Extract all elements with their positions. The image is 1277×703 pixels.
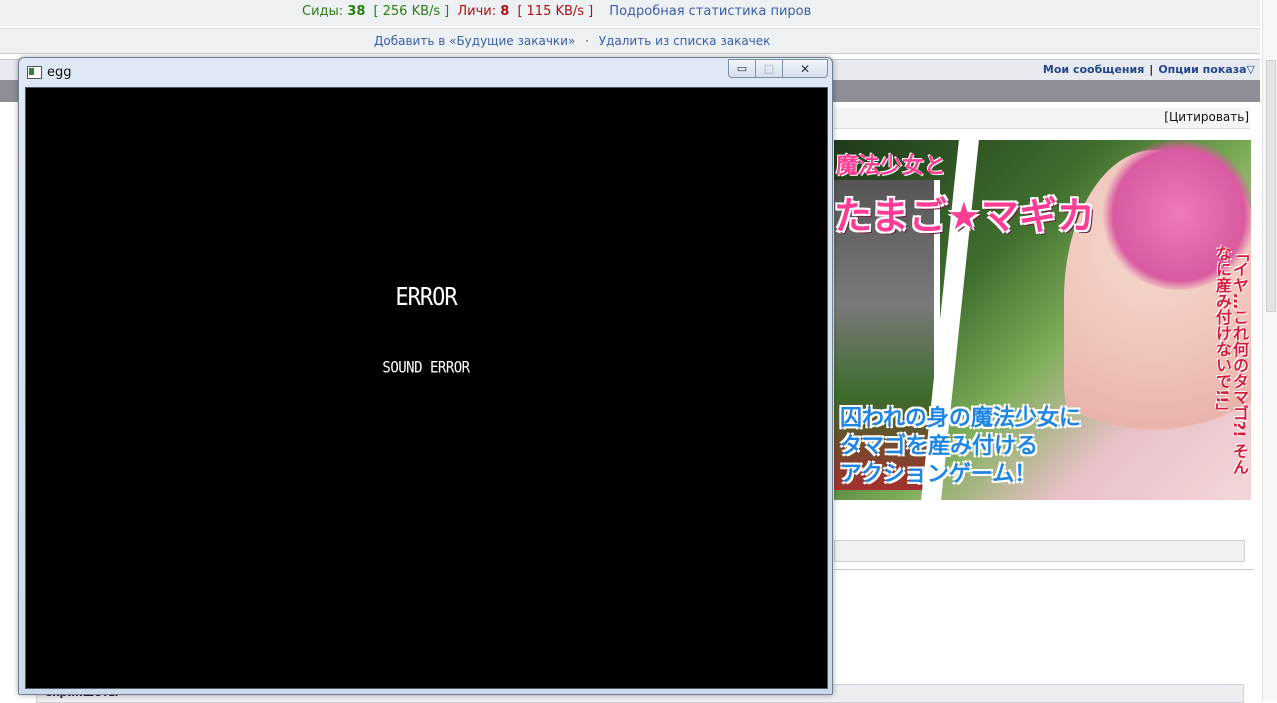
download-actions-bar: Добавить в «Будущие закачки» · Удалить и… [0,28,1260,54]
window-titlebar[interactable]: egg ▭ □ ✕ [19,58,832,86]
app-icon[interactable] [27,66,42,79]
game-screen[interactable]: ERROR SOUND ERROR [25,87,828,689]
window-controls: ▭ □ ✕ [728,59,828,78]
close-button[interactable]: ✕ [783,59,828,78]
peer-stats: Сиды: 38 [256 KB/s] Личи: 8 [115 KB/s] П… [302,4,812,19]
actions-separator: · [585,34,589,48]
display-options-link[interactable]: Опции показа [1158,63,1246,76]
scrollbar-thumb[interactable] [1266,60,1276,312]
seeds-count: 38 [347,4,366,19]
error-message: SOUND ERROR [382,358,470,378]
banner-title: たまご★マギカ [834,194,1095,238]
error-title: ERROR [395,283,457,312]
spoiler-bar[interactable] [834,540,1245,562]
banner-top-text: 魔法少女と [836,154,947,179]
peer-stats-link[interactable]: Подробная статистика пиров [609,4,811,19]
maximize-button[interactable]: □ [756,59,783,78]
page-scrollbar[interactable] [1262,0,1277,701]
window-title: egg [47,65,72,80]
chevron-down-icon[interactable]: ▽ [1247,63,1255,76]
leechers-speed: 115 KB/s [526,4,585,19]
game-window: egg ▭ □ ✕ ERROR SOUND ERROR [18,57,833,695]
minimize-button[interactable]: ▭ [728,59,756,78]
leechers-count: 8 [500,4,510,19]
divider [834,569,1254,570]
leechers-label: Личи: [457,4,497,19]
quote-button[interactable]: [Цитировать] [1164,110,1249,124]
game-banner-image: 魔法少女と たまご★マギカ 囚われの身の魔法少女に タマゴを産み付ける アクショ… [834,140,1251,500]
add-future-downloads-link[interactable]: Добавить в «Будущие закачки» [374,34,575,48]
peer-stats-bar: Сиды: 38 [256 KB/s] Личи: 8 [115 KB/s] П… [0,0,1260,26]
banner-caption: 囚われの身の魔法少女に タマゴを産み付ける アクションゲーム！ [840,406,1081,487]
remove-from-downloads-link[interactable]: Удалить из списка закачек [599,34,771,48]
seeds-speed: 256 KB/s [382,4,441,19]
seeds-label: Сиды: [302,4,344,19]
my-messages-link[interactable]: Мои сообщения [1043,63,1144,76]
banner-vertical-text: 「イヤ…これ何のタマゴ?! そんなに産み付けないで!!」 [1213,245,1249,476]
forum-header-links: Мои сообщения | Опции показа▽ [1042,63,1255,76]
